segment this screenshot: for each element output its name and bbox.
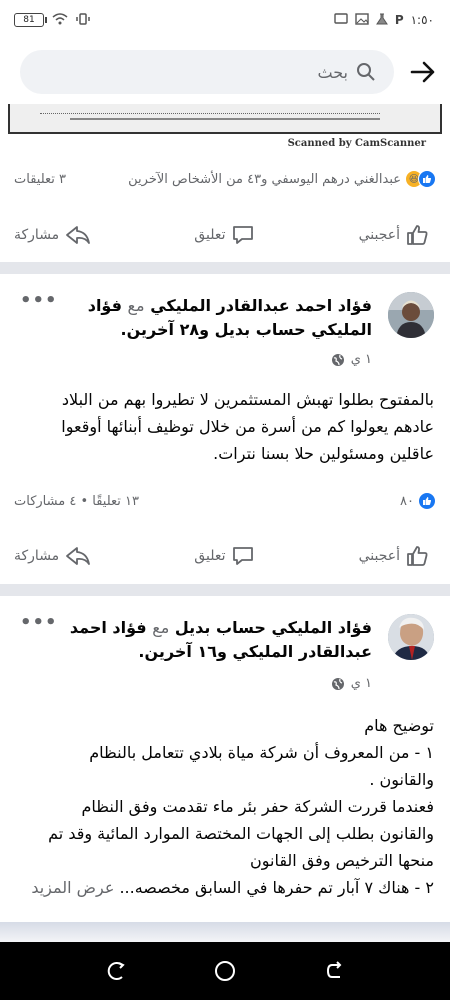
post0-actions: أعجبني تعليق مشاركة — [0, 212, 450, 258]
author-name[interactable]: فؤاد المليكي حساب بديل — [175, 618, 372, 637]
comment-button[interactable]: تعليق — [194, 224, 255, 246]
like-button[interactable]: أعجبني — [359, 224, 430, 246]
wifi-icon — [52, 12, 68, 28]
post-text-line: والقانون بطلب إلى الجهات المختصة الموارد… — [48, 824, 434, 843]
like-icon — [406, 224, 430, 246]
search-placeholder: بحث — [317, 62, 349, 82]
share-icon — [65, 225, 91, 245]
post1-actions: أعجبني تعليق مشاركة — [0, 533, 450, 579]
flask-icon — [375, 13, 388, 28]
avatar[interactable] — [388, 292, 434, 338]
post-text-line: ٢ - هناك ٧ آبار تم حفرها في السابق مخصصه… — [14, 874, 434, 901]
post2-header: فؤاد المليكي حساب بديل مع فؤاد احمد عبدا… — [0, 596, 450, 700]
post-time[interactable]: ١ ي — [351, 676, 372, 691]
scanned-document — [8, 104, 442, 134]
globe-icon — [331, 677, 345, 691]
android-nav-bar — [0, 942, 450, 1000]
post-last-line: ٢ - هناك ٧ آبار تم حفرها في السابق مخصصه… — [119, 878, 434, 897]
comment-button[interactable]: تعليق — [194, 545, 255, 567]
post2-body: توضيح هام ١ - من المعروف أن شركة مياة بل… — [14, 712, 434, 901]
comment-label: تعليق — [194, 548, 226, 564]
post-text-line: توضيح هام — [364, 716, 434, 735]
post-meta: ١ ي — [331, 676, 372, 691]
search-header: بحث — [0, 40, 450, 104]
reaction-summary[interactable]: 😆 عبدالغني درهم اليوسفي و٤٣ من الأشخاص ا… — [128, 170, 436, 188]
post-text-line: بالمفتوح بطلوا تهبش المستثمرين لا تطيروا… — [61, 390, 434, 409]
author-name[interactable]: فؤاد احمد عبدالقادر المليكي — [150, 296, 372, 315]
like-icon — [406, 545, 430, 567]
share-button[interactable]: مشاركة — [14, 546, 91, 566]
search-icon — [356, 62, 376, 82]
globe-icon — [331, 353, 345, 367]
post-divider — [0, 584, 450, 596]
post-text-line: والقانون . — [369, 770, 434, 789]
reaction-icons: 😆 — [405, 170, 436, 188]
comment-icon — [231, 224, 255, 246]
status-right: P ١:٥٠ — [334, 12, 434, 28]
status-left: 81 — [14, 12, 90, 29]
like-reaction-icon — [418, 492, 436, 510]
scan-text-line — [40, 106, 380, 114]
more-options-icon[interactable]: ••• — [20, 612, 58, 633]
reaction-names: عبدالغني درهم اليوسفي و٤٣ من الأشخاص الآ… — [128, 171, 401, 187]
post-text-line: ١ - من المعروف أن شركة مياة بلادي تتعامل… — [89, 743, 434, 762]
like-label: أعجبني — [358, 227, 400, 243]
comment-share-stats[interactable]: ١٣ تعليقًا • ٤ مشاركات — [14, 494, 139, 509]
parking-icon: P — [394, 13, 404, 27]
with-word: مع — [127, 296, 145, 315]
scan-caption: Scanned by CamScanner — [287, 138, 426, 149]
share-icon — [65, 546, 91, 566]
share-button[interactable]: مشاركة — [14, 225, 91, 245]
post-text-line: عادهم يعولوا كم من أسرة من خلال توظيف أب… — [61, 417, 434, 436]
post0-reactions[interactable]: 😆 عبدالغني درهم اليوسفي و٤٣ من الأشخاص ا… — [0, 164, 450, 194]
back-arrow-icon[interactable] — [410, 61, 436, 83]
message-icon — [334, 12, 348, 28]
back-icon[interactable] — [320, 956, 350, 986]
status-bar: 81 P ١:٥٠ — [0, 0, 450, 40]
recent-apps-icon[interactable] — [100, 956, 130, 986]
post-meta: ١ ي — [331, 352, 372, 367]
post-author[interactable]: فؤاد المليكي حساب بديل مع فؤاد احمد عبدا… — [40, 616, 372, 664]
share-label: مشاركة — [14, 548, 60, 564]
comment-label: تعليق — [194, 227, 226, 243]
search-input[interactable]: بحث — [20, 50, 394, 94]
like-button[interactable]: أعجبني — [359, 545, 430, 567]
post-divider — [0, 262, 450, 274]
share-label: مشاركة — [14, 227, 60, 243]
reaction-summary[interactable]: ٨٠ — [400, 492, 436, 510]
with-word: مع — [152, 618, 170, 637]
comment-icon — [231, 545, 255, 567]
post1-body: بالمفتوح بطلوا تهبش المستثمرين لا تطيروا… — [14, 386, 434, 467]
post-time[interactable]: ١ ي — [351, 352, 372, 367]
tagged-others[interactable]: و١٦ آخرين. — [138, 642, 227, 661]
home-icon[interactable] — [210, 956, 240, 986]
post-author[interactable]: فؤاد احمد عبدالقادر المليكي مع فؤاد المل… — [40, 294, 372, 342]
post-text-line: منحها الترخيص وفق القانون — [249, 851, 434, 870]
vibrate-icon — [76, 12, 90, 29]
see-more-link[interactable]: عرض المزيد — [31, 878, 114, 897]
battery-icon: 81 — [14, 13, 47, 27]
like-label: أعجبني — [358, 548, 400, 564]
post-text-line: فعندما قررت الشركة حفر بئر ماء تقدمت وفق… — [81, 797, 435, 816]
post1-reactions[interactable]: ٨٠ ١٣ تعليقًا • ٤ مشاركات — [0, 486, 450, 516]
reaction-count: ٨٠ — [400, 493, 414, 509]
avatar[interactable] — [388, 614, 434, 660]
tagged-others[interactable]: و٢٨ آخرين. — [121, 320, 210, 339]
comment-count[interactable]: ٣ تعليقات — [14, 172, 66, 187]
next-post-image-edge — [0, 922, 450, 942]
more-options-icon[interactable]: ••• — [20, 290, 58, 311]
post-image-remnant[interactable]: Scanned by CamScanner — [0, 104, 450, 154]
post1-header: فؤاد احمد عبدالقادر المليكي مع فؤاد المل… — [0, 274, 450, 374]
like-reaction-icon — [418, 170, 436, 188]
scan-text-line — [70, 118, 380, 120]
image-icon — [355, 12, 369, 28]
post-text-line: عاقلين ومسئولين حلا بسنا نترات. — [213, 444, 434, 463]
clock: ١:٥٠ — [410, 13, 434, 27]
